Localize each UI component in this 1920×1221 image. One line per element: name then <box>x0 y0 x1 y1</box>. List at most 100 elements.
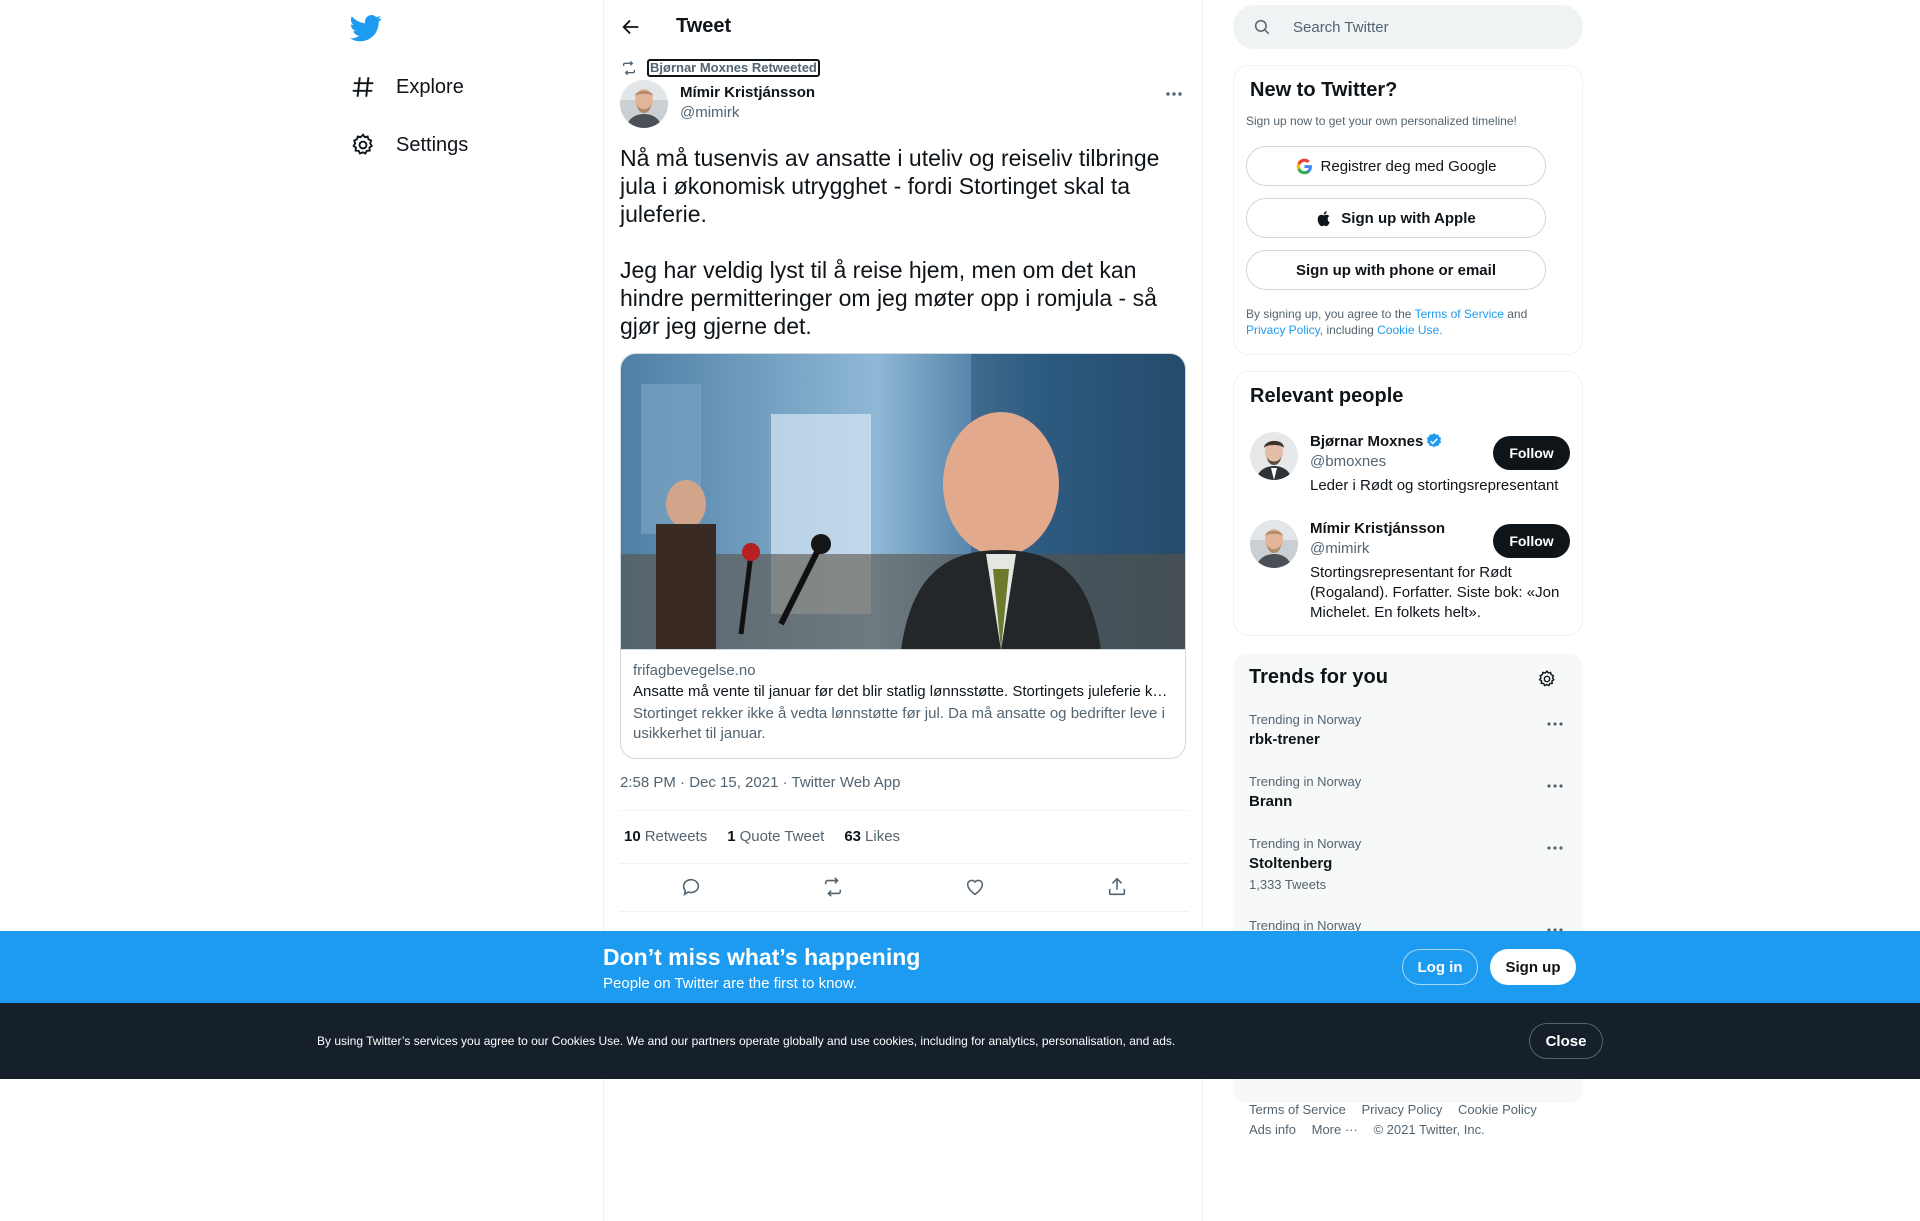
person-bio: Leder i Rødt og stortingsrepresentant <box>1310 477 1559 494</box>
nav-explore-label: Explore <box>396 75 464 98</box>
reply-icon[interactable] <box>680 876 702 898</box>
new-to-twitter-subtitle: Sign up now to get your own personalized… <box>1246 114 1517 128</box>
search-bar[interactable] <box>1233 5 1583 49</box>
retweets-label: Retweets <box>644 828 708 845</box>
retweet-icon[interactable] <box>822 876 844 898</box>
relevant-people-panel: Relevant people Bjørnar Moxnes @bmoxnes … <box>1233 371 1583 636</box>
more-options-icon[interactable] <box>1164 84 1184 104</box>
quotes-label: Quote Tweet <box>739 828 825 845</box>
divider <box>620 810 1188 811</box>
retweeted-by-link[interactable]: Bjørnar Moxnes Retweeted <box>647 59 820 77</box>
tweet-paragraph: Jeg har veldig lyst til å reise hjem, me… <box>620 257 1157 339</box>
tweet-stats: 10 Retweets 1 Quote Tweet 63 Likes <box>624 828 920 845</box>
new-to-twitter-panel: New to Twitter? Sign up now to get your … <box>1233 65 1583 355</box>
like-icon[interactable] <box>964 876 986 898</box>
person-card[interactable]: Mímir Kristjánsson @mimirk Stortingsrepr… <box>1250 520 1570 623</box>
follow-button[interactable]: Follow <box>1493 436 1570 470</box>
footer-cookie-link[interactable]: Cookie Policy <box>1458 1102 1537 1117</box>
likes-label: Likes <box>865 828 901 845</box>
author-text: Mímir Kristjánsson @mimirk <box>680 84 815 128</box>
gear-icon[interactable] <box>1537 669 1557 689</box>
trends-title: Trends for you <box>1249 666 1388 688</box>
trend-name: rbk-trener <box>1249 731 1320 748</box>
new-to-twitter-title: New to Twitter? <box>1250 79 1398 101</box>
gear-icon <box>350 132 376 158</box>
card-domain: frifagbevegelse.no <box>633 662 756 679</box>
relevant-people-title: Relevant people <box>1250 385 1404 407</box>
google-signup-label: Registrer deg med Google <box>1320 157 1497 175</box>
likes-count: 63 <box>844 828 862 845</box>
legal-including: , including <box>1319 323 1378 337</box>
google-icon <box>1296 158 1313 175</box>
author-name[interactable]: Mímir Kristjánsson <box>680 84 815 101</box>
person-handle[interactable]: @bmoxnes <box>1310 453 1490 470</box>
legal-and: and <box>1503 307 1528 321</box>
follow-button[interactable]: Follow <box>1493 524 1570 558</box>
trend-name: Stoltenberg <box>1249 855 1333 872</box>
login-button[interactable]: Log in <box>1402 949 1478 985</box>
nav-settings[interactable]: Settings <box>350 125 468 165</box>
signup-banner: Don’t miss what’s happening People on Tw… <box>0 931 1920 1003</box>
person-card[interactable]: Bjørnar Moxnes @bmoxnes Leder i Rødt og … <box>1250 432 1570 496</box>
search-icon <box>1253 18 1271 36</box>
quotes-stat[interactable]: 1 Quote Tweet <box>727 828 824 845</box>
retweet-context: Bjørnar Moxnes Retweeted <box>621 59 820 77</box>
retweets-count: 10 <box>624 828 641 845</box>
tweet-author[interactable]: Mímir Kristjánsson @mimirk <box>620 80 815 128</box>
card-description: Stortinget rekker ikke å vedta lønnstøtt… <box>633 705 1165 742</box>
quotes-count: 1 <box>727 828 736 845</box>
privacy-link[interactable]: Privacy Policy <box>1246 323 1320 337</box>
share-icon[interactable] <box>1106 876 1128 898</box>
phone-signup-button[interactable]: Sign up with phone or email <box>1246 250 1546 290</box>
avatar[interactable] <box>1250 520 1298 568</box>
twitter-bird-icon[interactable] <box>350 12 382 44</box>
trend-item[interactable]: Trending in Norway Brann <box>1249 774 1569 810</box>
trend-item[interactable]: Trending in Norway Stoltenberg 1,333 Twe… <box>1249 836 1569 892</box>
person-name[interactable]: Mímir Kristjánsson <box>1310 520 1490 537</box>
tweet-text: Nå må tusenvis av ansatte i uteliv og re… <box>620 144 1180 368</box>
apple-signup-button[interactable]: Sign up with Apple <box>1246 198 1546 238</box>
person-name-text: Mímir Kristjánsson <box>1310 520 1446 537</box>
terms-link[interactable]: Terms of Service <box>1415 307 1504 321</box>
card-body: frifagbevegelse.no Ansatte må vente til … <box>621 650 1185 756</box>
card-image <box>621 354 1185 650</box>
cookie-banner: By using Twitter’s services you agree to… <box>0 1003 1920 1079</box>
footer-ads-link[interactable]: Ads info <box>1249 1122 1296 1137</box>
signup-button[interactable]: Sign up <box>1490 949 1576 985</box>
person-info: Mímir Kristjánsson @mimirk Stortingsrepr… <box>1310 520 1559 623</box>
trend-item[interactable]: Trending in Norway rbk-trener <box>1249 712 1569 748</box>
legal-text: By signing up, you agree to the Terms of… <box>1246 306 1566 338</box>
more-options-icon[interactable] <box>1545 838 1565 858</box>
cookie-use-link[interactable]: Cookie Use. <box>1377 323 1442 337</box>
more-options-icon[interactable] <box>1545 776 1565 796</box>
person-info: Bjørnar Moxnes @bmoxnes Leder i Rødt og … <box>1310 432 1558 496</box>
footer-terms-link[interactable]: Terms of Service <box>1249 1102 1346 1117</box>
person-name[interactable]: Bjørnar Moxnes <box>1310 432 1490 450</box>
footer-privacy-link[interactable]: Privacy Policy <box>1361 1102 1442 1117</box>
more-options-icon[interactable] <box>1545 714 1565 734</box>
person-bio: Stortingsrepresentant for Rødt (Rogaland… <box>1310 564 1560 621</box>
hashtag-icon <box>350 74 376 100</box>
avatar[interactable] <box>1250 432 1298 480</box>
apple-signup-label: Sign up with Apple <box>1341 209 1476 227</box>
verified-badge-icon <box>1425 432 1443 450</box>
person-handle[interactable]: @mimirk <box>1310 540 1490 557</box>
author-handle[interactable]: @mimirk <box>680 104 815 121</box>
avatar[interactable] <box>620 80 668 128</box>
back-arrow-icon[interactable] <box>620 16 642 38</box>
footer-more-link[interactable]: More ··· <box>1312 1122 1358 1137</box>
retweets-stat[interactable]: 10 Retweets <box>624 828 707 845</box>
link-card[interactable]: frifagbevegelse.no Ansatte må vente til … <box>620 353 1186 759</box>
person-name-text: Bjørnar Moxnes <box>1310 432 1424 450</box>
divider <box>620 911 1188 912</box>
tweet-timestamp[interactable]: 2:58 PM · Dec 15, 2021 · Twitter Web App <box>620 774 900 791</box>
google-signup-button[interactable]: Registrer deg med Google <box>1246 146 1546 186</box>
nav-explore[interactable]: Explore <box>350 67 464 107</box>
legal-prefix: By signing up, you agree to the <box>1246 307 1415 321</box>
tweet-actions <box>620 876 1188 898</box>
page-title: Tweet <box>676 15 732 37</box>
search-input[interactable] <box>1293 18 1553 36</box>
likes-stat[interactable]: 63 Likes <box>844 828 900 845</box>
close-button[interactable]: Close <box>1529 1023 1603 1059</box>
footer-links: Terms of Service Privacy Policy Cookie P… <box>1249 1100 1569 1140</box>
